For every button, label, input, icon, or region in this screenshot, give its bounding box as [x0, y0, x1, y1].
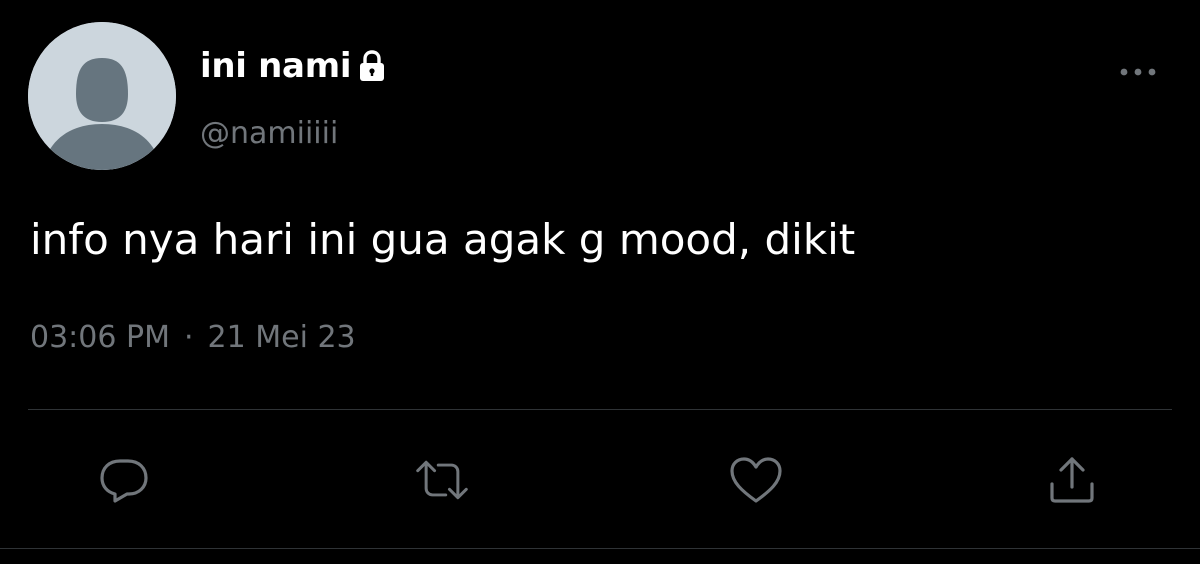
reply-button[interactable]: [96, 452, 152, 508]
display-name-row: ini nami: [200, 44, 387, 88]
user-handle[interactable]: @namiiiii: [200, 114, 338, 154]
share-icon: [1050, 457, 1094, 503]
tweet-card: ini nami @namiiiii info nya hari ini gua…: [0, 0, 1200, 564]
retweet-icon: [416, 460, 468, 500]
retweet-button[interactable]: [414, 452, 470, 508]
more-options-icon: [1120, 68, 1156, 76]
bottom-divider: [0, 548, 1200, 549]
divider: [28, 409, 1172, 410]
tweet-metadata: 03:06 PM · 21 Mei 23: [30, 316, 356, 360]
tweet-time[interactable]: 03:06 PM: [30, 316, 170, 360]
share-button[interactable]: [1044, 452, 1100, 508]
lock-icon: [357, 49, 387, 83]
reply-icon: [100, 459, 148, 503]
like-icon: [730, 457, 782, 503]
meta-separator: ·: [183, 320, 194, 355]
like-button[interactable]: [728, 452, 784, 508]
tweet-text: info nya hari ini gua agak g mood, dikit: [30, 215, 856, 264]
more-options-button[interactable]: [1116, 58, 1160, 86]
avatar[interactable]: [28, 22, 176, 170]
display-name[interactable]: ini nami: [200, 44, 351, 88]
tweet-date[interactable]: 21 Mei 23: [208, 316, 356, 360]
default-avatar-icon: [28, 22, 176, 170]
